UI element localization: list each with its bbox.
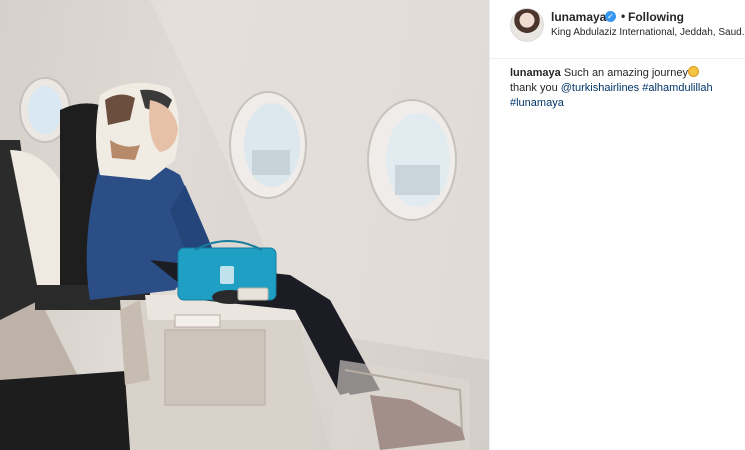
post-photo[interactable] <box>0 0 489 450</box>
separator-dot: • <box>621 9 626 23</box>
smiling-face-icon <box>687 66 699 77</box>
post-header: lunamaya ✓ • Following King Abdulaziz In… <box>490 0 745 59</box>
window-middle <box>229 91 307 199</box>
post-side-panel: lunamaya ✓ • Following King Abdulaziz In… <box>490 0 745 450</box>
caption-text: Such an amazing journey <box>563 67 688 79</box>
caption-thanks: thank you <box>510 82 558 94</box>
mention-link[interactable]: @turkishairlines <box>561 82 639 94</box>
following-button[interactable]: Following <box>628 10 684 24</box>
location-link[interactable]: King Abdulaziz International, Jeddah, Sa… <box>551 27 745 38</box>
airplane-cabin-illustration <box>0 0 489 450</box>
username-link[interactable]: lunamaya <box>551 10 606 24</box>
hashtag-link[interactable]: #alhamdulillah <box>642 82 712 94</box>
post-caption: lunamaya Such an amazing journey thank y… <box>510 66 738 111</box>
verified-badge-icon: ✓ <box>605 11 616 22</box>
caption-username[interactable]: lunamaya <box>510 67 561 79</box>
hashtag-link[interactable]: #lunamaya <box>510 97 564 109</box>
window-right <box>367 99 457 221</box>
profile-avatar[interactable] <box>510 8 544 42</box>
